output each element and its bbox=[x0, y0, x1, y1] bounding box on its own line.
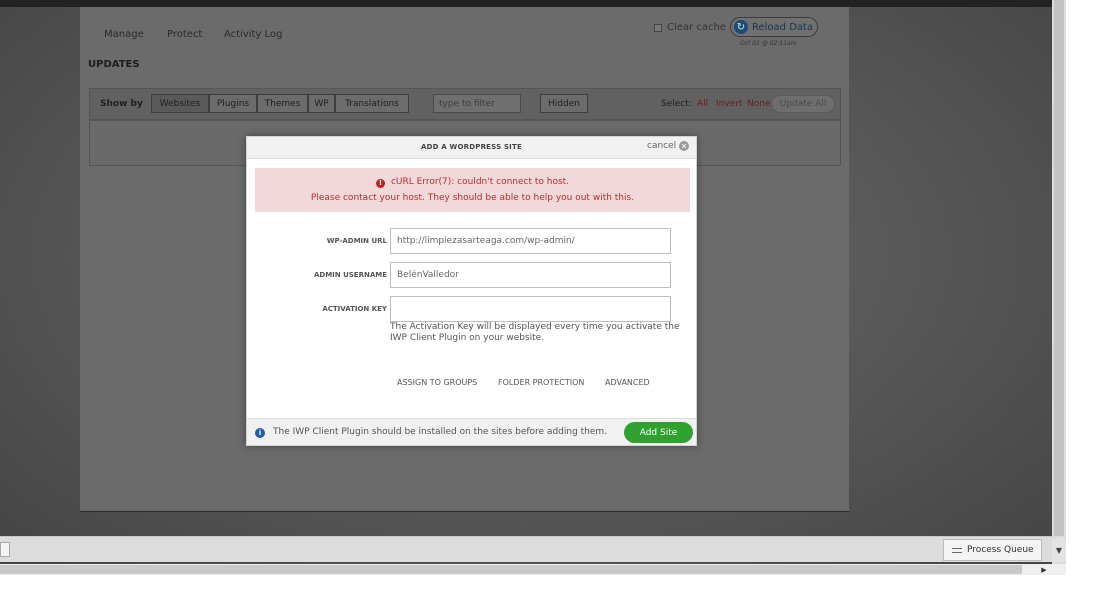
horizontal-scrollbar-thumb[interactable] bbox=[0, 565, 1022, 574]
cancel-label: cancel bbox=[647, 141, 677, 151]
clear-cache-toggle[interactable]: Clear cache bbox=[654, 22, 726, 33]
assign-groups-link[interactable]: ASSIGN TO GROUPS bbox=[397, 378, 477, 387]
add-site-button[interactable]: Add Site bbox=[624, 422, 693, 443]
update-all-button[interactable]: Update All bbox=[771, 95, 835, 113]
add-site-modal: ADD A WORDPRESS SITE cancel ✕ ! cURL Erro… bbox=[246, 136, 697, 446]
admin-username-input[interactable]: BelénValledor bbox=[390, 262, 671, 288]
tab-wp[interactable]: WP bbox=[308, 94, 335, 113]
error-line-1: cURL Error(7): couldn't connect to host. bbox=[390, 177, 570, 187]
nav-activity-log[interactable]: Activity Log bbox=[224, 29, 282, 40]
process-queue-button[interactable]: Process Queue bbox=[943, 539, 1042, 561]
top-bar bbox=[0, 0, 1052, 7]
tab-websites[interactable]: Websites bbox=[151, 94, 209, 113]
activation-key-input[interactable] bbox=[390, 296, 671, 322]
clear-cache-checkbox[interactable] bbox=[654, 23, 662, 32]
tab-themes[interactable]: Themes bbox=[257, 94, 308, 113]
vertical-scrollbar-thumb[interactable] bbox=[1054, 0, 1064, 536]
tab-translations[interactable]: Translations bbox=[335, 94, 409, 113]
cancel-button[interactable]: cancel ✕ bbox=[647, 141, 690, 151]
app-viewport: Manage Protect Activity Log Clear cache … bbox=[0, 0, 1052, 564]
select-invert-link[interactable]: Invert bbox=[716, 99, 742, 109]
wp-admin-url-input[interactable]: http://limpiezasarteaga.com/wp-admin/ bbox=[390, 228, 671, 254]
activation-key-help: The Activation Key will be displayed eve… bbox=[390, 322, 680, 343]
filter-input[interactable]: type to filter bbox=[433, 94, 521, 113]
error-icon: ! bbox=[375, 178, 385, 188]
wp-admin-url-label: WP-ADMIN URL bbox=[326, 237, 387, 245]
modal-title: ADD A WORDPRESS SITE bbox=[421, 143, 522, 151]
process-queue-label: Process Queue bbox=[967, 545, 1034, 555]
activation-key-label: ACTIVATION KEY bbox=[322, 305, 387, 313]
select-none-link[interactable]: None bbox=[747, 99, 770, 109]
select-label: Select: bbox=[661, 99, 692, 109]
nav-manage[interactable]: Manage bbox=[104, 29, 144, 40]
advanced-link[interactable]: ADVANCED bbox=[605, 378, 650, 387]
clear-cache-label: Clear cache bbox=[667, 22, 726, 33]
error-line-2: Please contact your host. They should be… bbox=[310, 193, 635, 203]
horizontal-scrollbar[interactable]: ▶ bbox=[0, 564, 1066, 575]
admin-username-label: ADMIN USERNAME bbox=[313, 271, 387, 279]
hidden-button[interactable]: Hidden bbox=[540, 94, 588, 113]
nav-protect[interactable]: Protect bbox=[167, 29, 202, 40]
scroll-right-icon[interactable]: ▶ bbox=[1038, 564, 1050, 575]
close-icon[interactable]: ✕ bbox=[679, 141, 690, 151]
updates-title: UPDATES bbox=[88, 59, 140, 70]
reload-icon: ↻ bbox=[734, 20, 748, 34]
error-message: ! cURL Error(7): couldn't connect to host… bbox=[255, 168, 690, 212]
select-all-link[interactable]: All bbox=[697, 99, 708, 109]
scroll-down-icon[interactable]: ▼ bbox=[1052, 538, 1066, 562]
folder-protection-link[interactable]: FOLDER PROTECTION bbox=[498, 378, 584, 387]
show-by-label: Show by bbox=[100, 99, 143, 109]
modal-header: ADD A WORDPRESS SITE cancel ✕ bbox=[247, 137, 696, 159]
left-panel-tab[interactable] bbox=[0, 542, 10, 557]
tab-plugins[interactable]: Plugins bbox=[209, 94, 257, 113]
updates-filter-bar: Show by Websites Plugins Themes WP Trans… bbox=[89, 88, 841, 120]
modal-footer: i The IWP Client Plugin should be instal… bbox=[247, 418, 696, 445]
reload-data-button[interactable]: ↻ Reload Data bbox=[730, 17, 818, 37]
footer-note: The IWP Client Plugin should be installe… bbox=[273, 427, 608, 437]
reload-timestamp: Oct 01 @ 02:11am bbox=[740, 40, 797, 47]
reload-data-label: Reload Data bbox=[752, 21, 814, 33]
queue-icon bbox=[952, 547, 962, 553]
info-icon: i bbox=[255, 428, 265, 438]
status-bar: Process Queue bbox=[0, 536, 1052, 562]
